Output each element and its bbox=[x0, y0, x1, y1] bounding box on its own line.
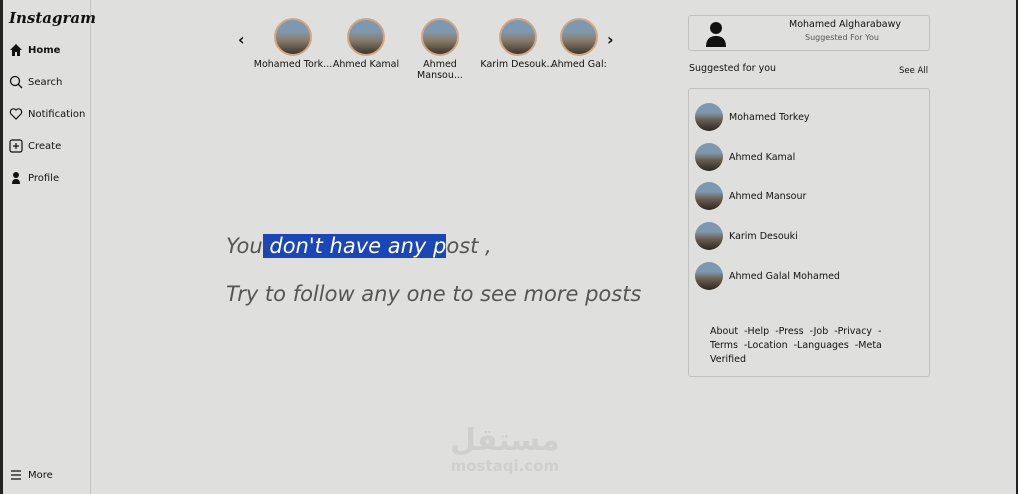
avatar bbox=[421, 18, 459, 56]
suggested-user[interactable]: Ahmed Galal Mohamed bbox=[695, 262, 840, 290]
user-name: Mohamed Torkey bbox=[729, 111, 810, 123]
profile-name: Mohamed Algharabawy bbox=[789, 19, 901, 30]
suggested-user[interactable]: Karim Desouki bbox=[695, 222, 798, 250]
chevron-left-icon[interactable]: ‹ bbox=[238, 30, 245, 49]
empty-feed-message: You don't have any post , bbox=[226, 234, 492, 258]
avatar bbox=[695, 143, 723, 171]
user-name: Karim Desouki bbox=[729, 230, 798, 242]
suggested-user[interactable]: Ahmed Kamal bbox=[695, 143, 795, 171]
profile-subtitle: Suggested For You bbox=[805, 33, 879, 42]
footer-link[interactable]: -Job bbox=[810, 326, 829, 337]
avatar bbox=[274, 18, 312, 56]
suggested-title: Suggested for you bbox=[689, 63, 777, 74]
nav-label: Home bbox=[28, 44, 61, 56]
suggested-user[interactable]: Ahmed Mansour bbox=[695, 182, 806, 210]
footer-link[interactable]: -Location bbox=[744, 340, 788, 351]
selected-text: don't have any p bbox=[262, 234, 447, 258]
nav-label: Profile bbox=[28, 172, 60, 184]
footer-link[interactable]: -Help bbox=[744, 326, 769, 337]
suggested-user[interactable]: Mohamed Torkey bbox=[695, 103, 810, 131]
user-name: Ahmed Galal Mohamed bbox=[729, 270, 840, 282]
nav-search[interactable]: Search bbox=[9, 75, 62, 89]
nav-more[interactable]: More bbox=[9, 468, 53, 482]
story-name: Mohamed Tork... bbox=[253, 59, 333, 70]
avatar bbox=[695, 222, 723, 250]
story-name: Ahmed Mansou... bbox=[417, 59, 463, 81]
nav-label: Search bbox=[28, 76, 63, 88]
sidebar: Instagram Home Search Notification Creat… bbox=[3, 0, 96, 494]
avatar bbox=[560, 18, 598, 56]
see-all-link[interactable]: See All bbox=[899, 66, 928, 76]
heart-icon bbox=[9, 108, 23, 120]
story-item[interactable]: Mohamed Tork... bbox=[253, 18, 333, 70]
home-icon bbox=[10, 44, 22, 56]
story-item[interactable]: Ahmed Mansou... bbox=[400, 18, 480, 81]
story-name: Karim Desouk... bbox=[480, 59, 556, 70]
nav-create[interactable]: Create bbox=[9, 139, 61, 153]
footer-link[interactable]: -Meta bbox=[855, 340, 882, 351]
footer-link[interactable]: Verified bbox=[710, 354, 746, 365]
menu-icon bbox=[11, 470, 21, 480]
follow-hint: Try to follow any one to see more posts bbox=[226, 282, 642, 306]
profile-card[interactable]: Mohamed Algharabawy Suggested For You bbox=[688, 15, 930, 51]
watermark: مستقل mostaqi.com bbox=[450, 423, 560, 476]
footer-link[interactable]: About bbox=[710, 326, 738, 337]
footer-link[interactable]: -Press bbox=[775, 326, 803, 337]
user-icon bbox=[12, 172, 20, 184]
user-name: Ahmed Kamal bbox=[729, 151, 796, 163]
story-item[interactable]: Ahmed Gal: bbox=[549, 18, 609, 70]
footer-link[interactable]: Terms bbox=[710, 340, 738, 351]
avatar bbox=[695, 262, 723, 290]
footer-link[interactable]: -Privacy bbox=[834, 326, 872, 337]
user-name: Ahmed Mansour bbox=[729, 190, 807, 202]
story-name: Ahmed Kamal bbox=[332, 59, 400, 70]
story-name: Ahmed Gal: bbox=[551, 59, 607, 70]
chevron-right-icon[interactable]: › bbox=[607, 30, 614, 49]
plus-square-icon bbox=[9, 139, 23, 153]
suggestions-panel: Mohamed Torkey Ahmed Kamal Ahmed Mansour… bbox=[688, 88, 930, 377]
footer-link[interactable]: -Languages bbox=[794, 340, 849, 351]
footer-link: - bbox=[878, 326, 882, 337]
msg-text: ost , bbox=[446, 234, 492, 258]
avatar bbox=[695, 103, 723, 131]
story-item[interactable]: Ahmed Kamal bbox=[326, 18, 406, 70]
story-item[interactable]: Karim Desouk... bbox=[478, 18, 558, 70]
nav-notification[interactable]: Notification bbox=[9, 107, 85, 121]
avatar bbox=[347, 18, 385, 56]
nav-home[interactable]: Home bbox=[9, 43, 60, 57]
nav-profile[interactable]: Profile bbox=[9, 171, 59, 185]
nav-label: More bbox=[28, 469, 53, 481]
user-silhouette-icon bbox=[706, 22, 726, 47]
footer-links: About -Help -Press -Job -Privacy - Terms -Locat… bbox=[710, 325, 900, 367]
msg-text: You bbox=[226, 234, 263, 258]
nav-label: Notification bbox=[28, 108, 86, 120]
avatar bbox=[499, 18, 537, 56]
search-icon bbox=[9, 75, 23, 89]
instagram-logo[interactable]: Instagram bbox=[9, 9, 96, 27]
avatar bbox=[695, 182, 723, 210]
nav-label: Create bbox=[28, 140, 62, 152]
